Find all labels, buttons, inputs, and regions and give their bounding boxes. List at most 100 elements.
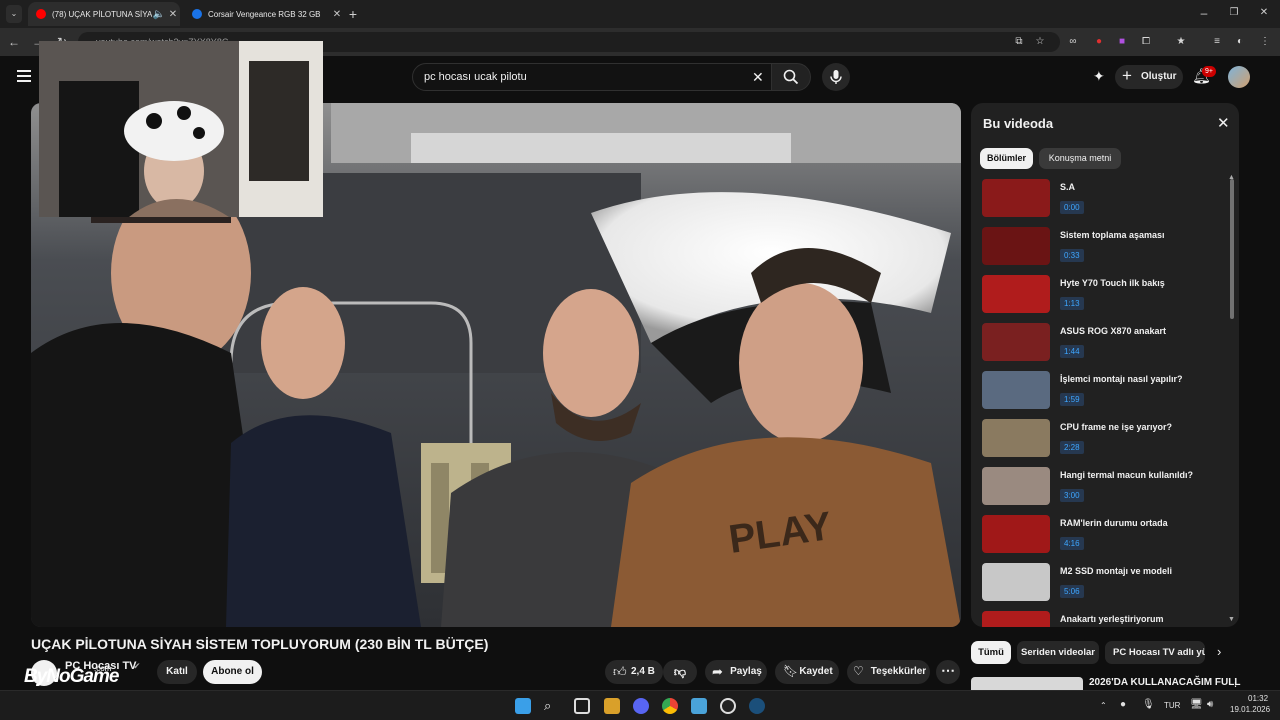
taskbar-search-icon[interactable]: ⌕	[544, 698, 560, 714]
tab-chapters[interactable]: Bölümler	[980, 148, 1033, 169]
tray-mic-icon[interactable]: 🎙︎	[1142, 699, 1155, 710]
chapter-item[interactable]: M2 SSD montajı ve modeli 5:06	[982, 563, 1227, 603]
bookmark-star-icon[interactable]: ☆	[1033, 35, 1047, 49]
close-window-button[interactable]: ✕	[1256, 5, 1272, 21]
back-arrow-icon[interactable]: ←	[6, 34, 22, 50]
obs-icon[interactable]	[720, 698, 736, 714]
share-arrow-icon: ➦	[712, 664, 723, 679]
recommendation-title[interactable]: 2026'DA KULLANACAĞIM FULL	[1089, 677, 1240, 688]
chapter-item[interactable]: ASUS ROG X870 anakart 1:44	[982, 323, 1227, 363]
sparkle-icon[interactable]: ✦	[1093, 68, 1105, 85]
chapter-timestamp[interactable]: 1:13	[1060, 297, 1084, 310]
chapter-item[interactable]: S.A 0:00	[982, 179, 1227, 219]
chapter-timestamp[interactable]: 1:59	[1060, 393, 1084, 406]
profile-icon[interactable]: ◐	[1233, 35, 1247, 49]
clock-time[interactable]: 01:32	[1248, 694, 1268, 703]
tab-corsair[interactable]: Corsair Vengeance RGB 32 GB ✕	[184, 2, 344, 26]
chapter-item[interactable]: İşlemci montajı nasıl yapılır? 1:59	[982, 371, 1227, 411]
more-actions-button[interactable]: ⋯	[936, 660, 960, 684]
reading-list-icon[interactable]: ≡	[1210, 35, 1224, 49]
chapter-thumbnail	[982, 515, 1050, 553]
chapter-timestamp[interactable]: 2:28	[1060, 441, 1084, 454]
thumbs-up-icon: 👍︎	[613, 664, 627, 679]
chapter-timestamp[interactable]: 5:06	[1060, 585, 1084, 598]
extension-red-icon[interactable]: ●	[1092, 35, 1106, 49]
dislike-button[interactable]: 👎︎	[663, 660, 697, 684]
chip-all[interactable]: Tümü	[971, 641, 1011, 664]
windows-start-icon[interactable]	[515, 698, 531, 714]
panel-scrollbar[interactable]	[1230, 179, 1234, 319]
tab-close-icon[interactable]: ✕	[166, 9, 180, 20]
bookmarks-icon[interactable]: ★	[1174, 35, 1188, 49]
chapter-item[interactable]: RAM'lerin durumu ortada 4:16	[982, 515, 1227, 555]
app-icon[interactable]	[691, 698, 707, 714]
recommendation-thumbnail[interactable]	[971, 677, 1083, 691]
notification-badge: 9+	[1202, 66, 1216, 77]
chapter-title: Sistem toplama aşaması	[1060, 230, 1165, 240]
extension-glasses-icon[interactable]: ∞	[1066, 35, 1080, 49]
search-button[interactable]	[771, 63, 811, 91]
chapter-thumbnail	[982, 227, 1050, 265]
chapter-thumbnail	[982, 179, 1050, 217]
chapter-item[interactable]: Hangi termal macun kullanıldı? 3:00	[982, 467, 1227, 507]
windows-taskbar: ⌕ ⌃ ● 🎙︎ TUR 🖥︎ 🔊︎ 01:32 19.01.2026	[0, 690, 1280, 720]
chapter-timestamp[interactable]: 1:44	[1060, 345, 1084, 358]
scroll-up-arrow-icon[interactable]: ▲	[1228, 174, 1235, 181]
maximize-button[interactable]: ❐	[1226, 5, 1242, 21]
chapter-title: Hangi termal macun kullanıldı?	[1060, 470, 1194, 480]
youtube-favicon-icon	[36, 9, 46, 19]
chapter-title: Anakartı yerleştiriyorum	[1060, 614, 1164, 624]
steam-icon[interactable]	[749, 698, 765, 714]
downloads-app-icon[interactable]	[604, 698, 620, 714]
network-icon[interactable]: 🖥︎	[1190, 699, 1203, 710]
discord-icon[interactable]	[633, 698, 649, 714]
webcam-image	[39, 41, 323, 217]
tab-label: (78) UÇAK PİLOTUNA SİYAH	[52, 9, 152, 19]
user-avatar[interactable]	[1228, 66, 1250, 88]
scroll-down-arrow-icon[interactable]: ▼	[1228, 616, 1235, 623]
chapter-timestamp[interactable]: 0:00	[1060, 201, 1084, 214]
new-tab-button[interactable]: +	[345, 6, 361, 22]
join-button[interactable]: Katıl	[157, 660, 197, 684]
browser-menu-icon[interactable]: ⋮	[1258, 35, 1272, 49]
extension-purple-icon[interactable]: ■	[1115, 35, 1129, 49]
chip-channel[interactable]: PC Hocası TV adlı yükl	[1105, 641, 1205, 664]
chapter-timestamp[interactable]: 4:16	[1060, 537, 1084, 550]
chapter-title: S.A	[1060, 182, 1076, 192]
chapter-timestamp[interactable]: 0:33	[1060, 249, 1084, 262]
search-input[interactable]: pc hocası ucak pilotu	[412, 63, 772, 91]
chapter-item[interactable]: CPU frame ne işe yarıyor? 2:28	[982, 419, 1227, 459]
language-indicator[interactable]: TUR	[1164, 701, 1180, 710]
chapter-thumbnail	[982, 467, 1050, 505]
volume-icon[interactable]: 🔊︎	[1207, 699, 1213, 710]
chapter-timestamp[interactable]: 3:00	[1060, 489, 1084, 502]
chrome-icon[interactable]	[662, 698, 678, 714]
chapter-item[interactable]: Sistem toplama aşaması 0:33	[982, 227, 1227, 267]
chapter-thumbnail	[982, 323, 1050, 361]
tray-overflow-icon[interactable]: ⌃	[1100, 701, 1107, 710]
minimize-button[interactable]: –	[1196, 5, 1212, 21]
chip-series[interactable]: Seriden videolar	[1017, 641, 1099, 664]
clock-date[interactable]: 19.01.2026	[1230, 705, 1270, 714]
tab-list-button[interactable]: ⌄	[6, 5, 22, 23]
tab-close-icon[interactable]: ✕	[330, 9, 344, 20]
tab-transcript[interactable]: Konuşma metni	[1039, 148, 1121, 169]
chapter-item[interactable]: Anakartı yerleştiriyorum	[982, 611, 1227, 627]
task-view-icon[interactable]	[574, 698, 590, 714]
plus-icon: +	[1122, 66, 1132, 85]
close-panel-icon[interactable]: ✕	[1217, 114, 1230, 132]
chapter-thumbnail	[982, 611, 1050, 627]
clear-search-icon[interactable]: ✕	[752, 69, 764, 86]
tab-youtube[interactable]: (78) UÇAK PİLOTUNA SİYAH 🔈 ✕	[28, 2, 180, 26]
install-app-icon[interactable]: ⧉	[1012, 35, 1026, 49]
panel-title: Bu videoda	[983, 116, 1054, 131]
hamburger-menu-icon[interactable]	[17, 70, 31, 82]
recommendation-menu-icon[interactable]: ⋮	[1230, 676, 1241, 689]
tray-app-icon[interactable]: ●	[1120, 699, 1126, 710]
chips-next-arrow-icon[interactable]: ›	[1217, 644, 1221, 659]
like-count: 2,4 B	[631, 666, 655, 677]
extensions-puzzle-icon[interactable]: ⧠	[1139, 35, 1153, 49]
subscribe-button[interactable]: Abone ol	[203, 660, 262, 684]
voice-search-button[interactable]	[822, 63, 850, 91]
chapter-item[interactable]: Hyte Y70 Touch ilk bakış 1:13	[982, 275, 1227, 315]
